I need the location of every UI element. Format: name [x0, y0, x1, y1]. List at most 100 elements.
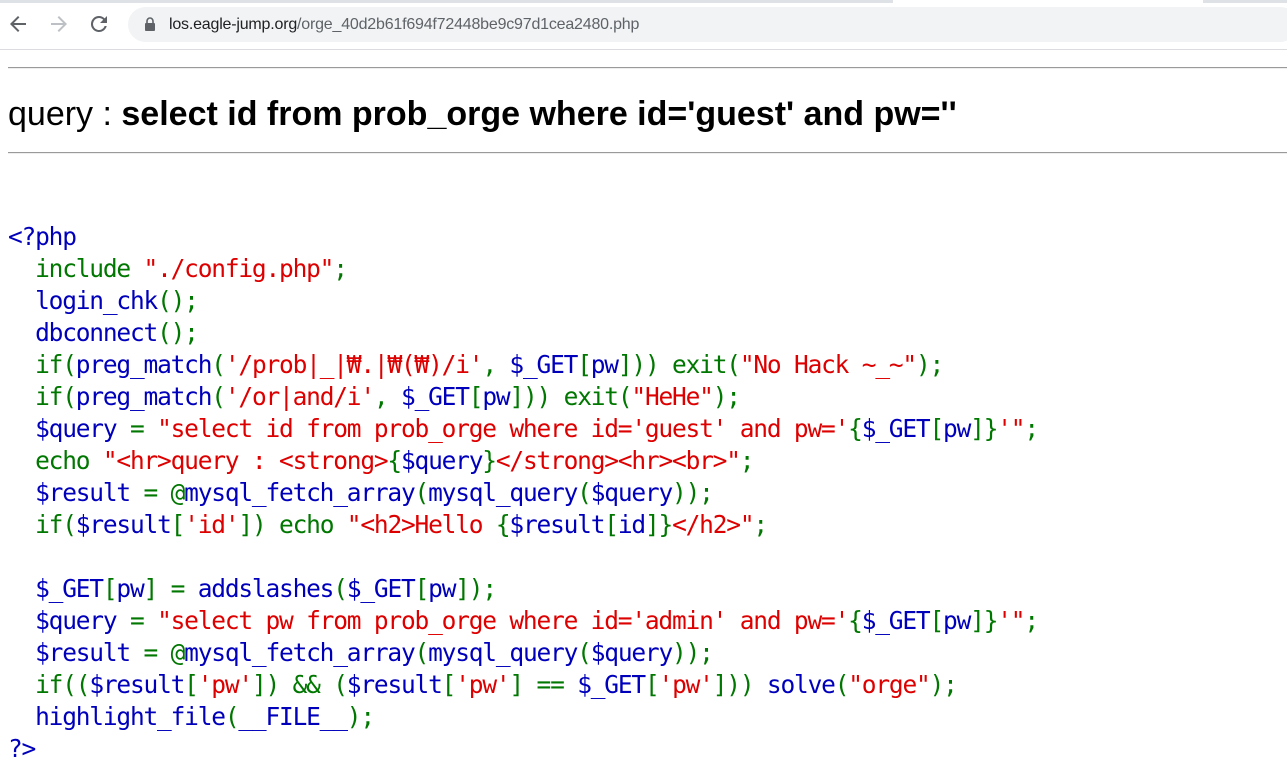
code-token: ();	[157, 318, 199, 347]
code-token: 'pw'	[197, 670, 253, 699]
code-token: '/or|and/i'	[224, 382, 375, 411]
code-token: (	[577, 638, 592, 667]
code-token: = @	[143, 478, 186, 507]
query-label: query :	[8, 95, 122, 133]
code-token: ])) exit(	[617, 350, 741, 379]
code-token: {	[848, 606, 863, 635]
code-line: $query = "select id from prob_orge where…	[8, 413, 1039, 445]
code-token: highlight_file	[8, 702, 226, 731]
query-output: query : select id from prob_orge where i…	[8, 92, 957, 136]
code-token: (	[211, 382, 226, 411]
code-token: "orge"	[848, 670, 931, 699]
code-token: $_GET	[346, 574, 416, 603]
code-token: [	[577, 350, 592, 379]
code-line: ?>	[8, 733, 1038, 765]
code-token: {	[387, 446, 402, 475]
code-token: ();	[157, 286, 199, 315]
code-line: login_chk();	[8, 285, 1038, 317]
reload-icon[interactable]	[87, 12, 111, 36]
code-token: [	[468, 382, 484, 411]
code-token: "No Hack ~_~"	[739, 350, 917, 379]
back-arrow-icon[interactable]	[6, 12, 30, 36]
code-line: if(($result['pw']) && ($result['pw'] == …	[8, 669, 1038, 701]
code-line: if(preg_match('/or|and/i', $_GET[pw])) e…	[8, 381, 1038, 413]
code-token: login_chk	[8, 286, 158, 315]
lock-icon[interactable]	[142, 16, 158, 32]
code-line: include "./config.php";	[8, 253, 1038, 285]
code-token: $result	[89, 670, 185, 699]
code-token: if(	[8, 382, 77, 411]
code-token: (	[834, 670, 850, 699]
code-token: );	[346, 702, 375, 731]
code-token: $_GET	[861, 606, 931, 635]
code-token: $result	[346, 670, 443, 699]
code-token: ;	[1024, 414, 1039, 443]
code-token: $_GET	[401, 382, 470, 411]
code-token: mysql_query	[428, 638, 578, 667]
code-token: {	[848, 414, 863, 443]
code-token: [	[929, 414, 944, 443]
code-token: </h2>"	[672, 510, 755, 539]
code-token: [	[929, 606, 944, 635]
code-line: $query = "select pw from prob_orge where…	[8, 605, 1039, 637]
code-token: );	[712, 382, 741, 411]
url-text[interactable]: los.eagle-jump.org/orge_40d2b61f694f7244…	[169, 15, 639, 34]
code-token: $result	[8, 638, 144, 667]
code-token: ]}	[970, 606, 998, 635]
code-token: ]) && (	[251, 670, 348, 699]
active-tab-edge	[893, 0, 1203, 3]
code-token: $_GET	[577, 670, 646, 699]
code-token: ])) exit(	[509, 382, 632, 411]
code-token: (	[333, 574, 348, 603]
code-token: mysql_fetch_array	[184, 638, 416, 667]
code-token: ]);	[455, 574, 497, 603]
code-token: "select id from prob_orge where id='gues…	[157, 414, 849, 443]
code-token: ]))	[712, 670, 767, 699]
code-token: pw	[116, 574, 144, 603]
code-line: echo "<hr>query : <strong>{$query}</stro…	[8, 445, 1038, 477]
code-token: }	[482, 446, 497, 475]
code-line: if($result['id']) echo "<h2>Hello {$resu…	[8, 509, 1038, 541]
code-token: ));	[672, 478, 714, 507]
code-token: $result	[8, 478, 144, 507]
code-token: $query	[590, 478, 674, 507]
code-token: </strong><hr><br>"	[495, 446, 741, 475]
code-token: [	[441, 670, 457, 699]
code-token: if((	[8, 670, 90, 699]
code-line: if(preg_match('/prob|_|₩.|₩(₩)/i', $_GET…	[8, 349, 1038, 381]
code-token: pw	[590, 350, 619, 379]
code-token: = @	[143, 638, 186, 667]
top-divider	[8, 67, 1287, 69]
query-text: select id from prob_orge where id='guest…	[121, 95, 957, 133]
code-token: "HeHe"	[631, 382, 714, 411]
code-token: if(	[8, 350, 77, 379]
code-token: preg_match	[75, 382, 213, 411]
address-bar[interactable]: los.eagle-jump.org/orge_40d2b61f694f7244…	[128, 7, 1287, 42]
code-token: ,	[373, 382, 402, 411]
code-token: [	[414, 574, 430, 603]
code-token: ;	[1024, 606, 1039, 635]
code-token: ;	[333, 254, 348, 283]
code-token: );	[929, 670, 958, 699]
code-token: include	[8, 254, 144, 283]
code-token: pw	[482, 382, 510, 411]
code-token: "<hr>query : <strong>	[102, 446, 389, 475]
code-token: ] ==	[509, 670, 578, 699]
code-token: {	[495, 510, 511, 539]
code-token: "./config.php"	[143, 254, 335, 283]
forward-arrow-icon[interactable]	[47, 12, 71, 36]
code-token: mysql_fetch_array	[184, 478, 416, 507]
code-token: (	[577, 478, 592, 507]
browser-toolbar: los.eagle-jump.org/orge_40d2b61f694f7244…	[0, 0, 1287, 50]
code-token: =	[129, 606, 158, 635]
code-token: [	[170, 510, 186, 539]
code-token: '/prob|_|₩.|₩(₩)/i'	[224, 350, 484, 379]
code-token: $_GET	[509, 350, 578, 379]
code-line: dbconnect();	[8, 317, 1038, 349]
code-token: ]}	[970, 414, 998, 443]
code-token: ));	[672, 638, 714, 667]
code-token: (	[224, 702, 240, 731]
bottom-divider	[8, 152, 1287, 154]
code-token: '"	[997, 606, 1025, 635]
code-token: '"	[997, 414, 1025, 443]
